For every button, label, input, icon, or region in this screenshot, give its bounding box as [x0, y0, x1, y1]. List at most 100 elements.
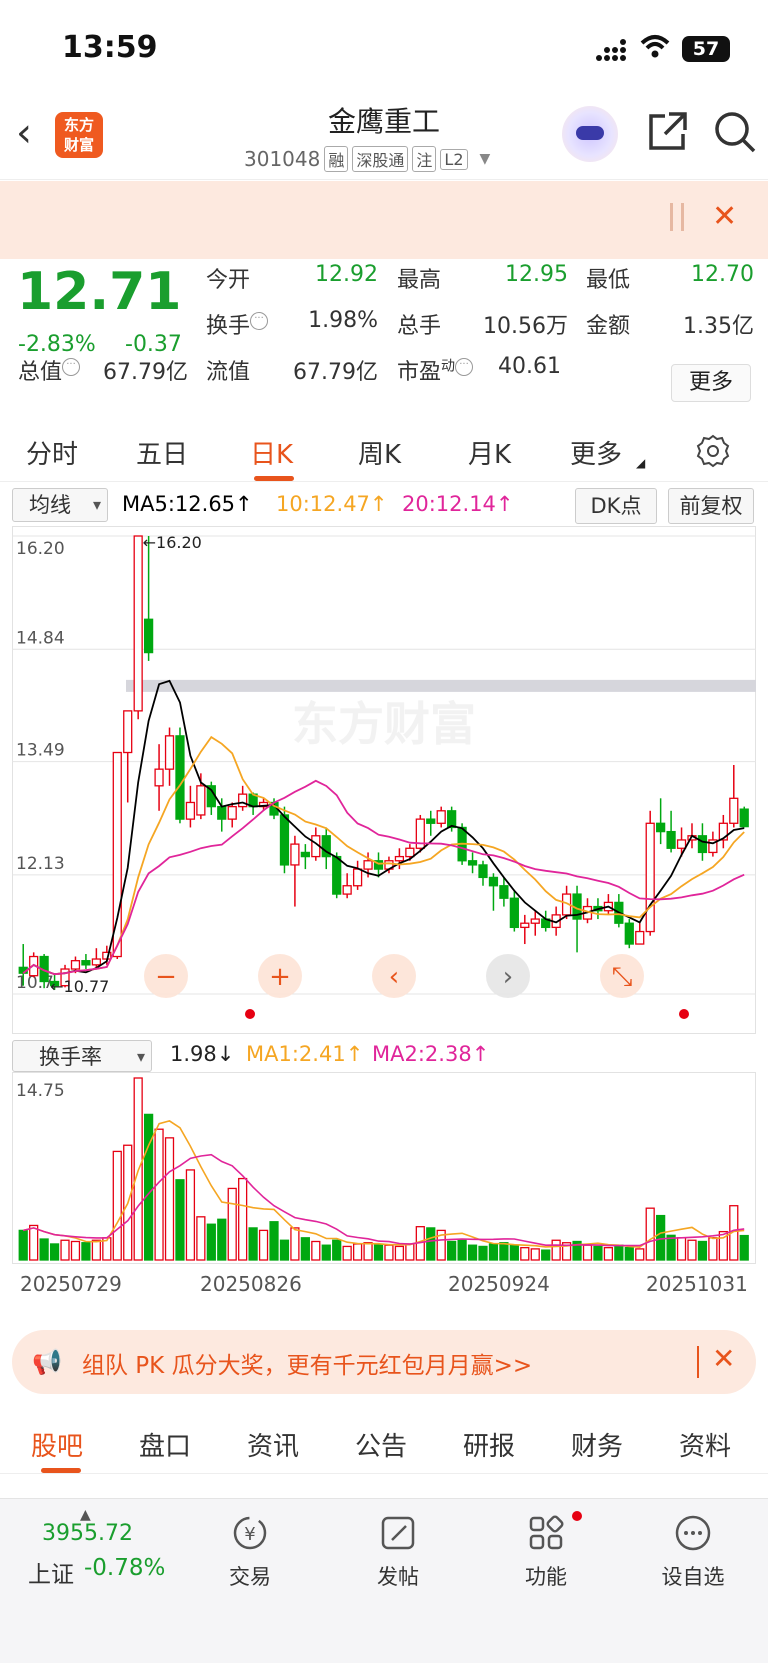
nav-trade[interactable]: ¥ 交易: [200, 1513, 300, 1591]
tab-daily-k[interactable]: 日K: [250, 434, 293, 471]
date-label: 20250826: [200, 1272, 302, 1296]
more-button[interactable]: 更多: [671, 364, 751, 402]
scroll-left-button[interactable]: ‹: [372, 954, 416, 998]
tag-margin: 融: [324, 146, 349, 172]
zoom-in-button[interactable]: +: [258, 954, 302, 998]
tab-news[interactable]: 资讯: [247, 1426, 299, 1463]
nav-functions[interactable]: 功能: [496, 1513, 596, 1591]
turnover-bar: [81, 1242, 91, 1261]
tab-forum[interactable]: 股吧: [31, 1426, 83, 1463]
ma-indicator-bar: 均线 MA5:12.65↑ 10:12.47↑ 20:12.14↑ DK点 前复…: [0, 488, 768, 524]
ma20-value: 20:12.14↑: [402, 492, 514, 516]
control-icon: ⤡: [612, 962, 633, 992]
turnover-bar: [656, 1214, 666, 1261]
candle: [175, 727, 185, 824]
candle-body: [332, 855, 342, 895]
tab-weekly-k[interactable]: 周K: [358, 434, 401, 471]
share-icon[interactable]: [645, 110, 689, 154]
status-bar: 13:59 57: [0, 0, 768, 90]
y-tick-label: 14.84: [16, 628, 65, 648]
turnover-bar: [624, 1247, 634, 1261]
turnover-bar: [248, 1227, 258, 1261]
close-icon[interactable]: ✕: [712, 199, 737, 234]
turnover-ma2-text: MA2:2.38: [372, 1042, 472, 1066]
low-label: 最低: [586, 268, 631, 293]
candle-body: [467, 860, 478, 866]
nav-functions-label: 功能: [525, 1565, 567, 1589]
promo-text[interactable]: 组队 PK 瓜分大奖，更有千元红包月月赢>>: [82, 1346, 532, 1380]
fullscreen-button[interactable]: ⤡: [600, 954, 644, 998]
candle-body: [530, 918, 540, 924]
chevron-down-icon[interactable]: ▼: [480, 151, 491, 167]
candle-body: [342, 885, 352, 895]
caret-icon: ◢: [636, 456, 646, 470]
high-value: 12.95: [505, 262, 568, 287]
trade-icon: ¥: [233, 1516, 267, 1550]
scroll-right-button[interactable]: ›: [486, 954, 530, 998]
tab-orderbook[interactable]: 盘口: [139, 1426, 191, 1463]
kline-chart[interactable]: 16.2014.8413.4912.1310.7东方财富←16.20←10.77…: [12, 526, 756, 1034]
turnover-bar: [541, 1249, 551, 1261]
promo-banner[interactable]: 📢 组队 PK 瓜分大奖，更有千元红包月月赢>> ✕: [12, 1330, 756, 1394]
adjust-button[interactable]: 前复权: [668, 488, 754, 524]
index-change[interactable]: -0.78%: [84, 1555, 165, 1581]
index-value[interactable]: 3955.72: [42, 1521, 133, 1546]
top-banner[interactable]: ✕: [0, 181, 768, 259]
turnover-select[interactable]: 换手率: [12, 1040, 152, 1073]
high-label: 最高: [397, 268, 442, 293]
tab-monthly-k[interactable]: 月K: [468, 434, 511, 471]
turnover-bar: [530, 1248, 540, 1261]
wifi-icon: [640, 35, 670, 58]
nav-post[interactable]: 发帖: [348, 1513, 448, 1591]
info-icon[interactable]: ···: [455, 358, 474, 376]
candle: [603, 894, 614, 915]
mktcap-label-text: 总值: [18, 360, 63, 385]
search-icon[interactable]: [713, 110, 757, 154]
turnover-chart[interactable]: 14.75: [12, 1072, 756, 1264]
status-time: 13:59: [62, 30, 158, 65]
nav-watchlist[interactable]: 设自选: [643, 1513, 743, 1591]
candle-body: [645, 822, 655, 933]
tab-finance[interactable]: 财务: [571, 1426, 623, 1463]
candle: [478, 860, 488, 886]
arrow-up-icon: ↑: [345, 1042, 364, 1066]
turnover-bar: [154, 1128, 164, 1261]
turnover-bar: [582, 1244, 593, 1261]
turnover-indicator-bar: 换手率 1.98↓ MA1:2.41↑ MA2:2.38↑: [0, 1036, 768, 1073]
current-price: 12.71: [17, 262, 182, 322]
edit-icon: [381, 1516, 415, 1550]
dk-point-button[interactable]: DK点: [575, 488, 657, 524]
indicator-select[interactable]: 均线: [12, 488, 108, 522]
open-label: 今开: [206, 268, 251, 293]
tab-research[interactable]: 研报: [463, 1426, 515, 1463]
candle: [290, 835, 300, 907]
kline-tabs: 分时 五日 日K 周K 月K 更多 ◢: [0, 420, 768, 482]
turnover-bar: [39, 1238, 49, 1261]
turnover-bar: [185, 1169, 196, 1261]
close-icon[interactable]: ✕: [712, 1342, 735, 1375]
assistant-avatar[interactable]: [562, 106, 618, 162]
pe-label: 市盈动 ···: [397, 354, 474, 386]
gear-icon[interactable]: [696, 434, 730, 468]
candle: [541, 910, 551, 932]
tab-more[interactable]: 更多: [570, 434, 622, 471]
candle: [133, 535, 143, 720]
arrow-down-icon: ↓: [216, 1042, 235, 1066]
arrow-up-icon: ↑: [235, 492, 253, 516]
info-icon[interactable]: ···: [250, 312, 269, 330]
stock-code-row: 301048 融 深股通 注 L2 ▼: [244, 146, 490, 172]
turnover-bar: [60, 1239, 70, 1261]
candle-body: [227, 805, 237, 820]
turnover-bar: [321, 1244, 331, 1261]
tab-intraday[interactable]: 分时: [26, 434, 78, 471]
tab-profile[interactable]: 资料: [679, 1426, 731, 1463]
index-name[interactable]: 上证: [28, 1555, 74, 1589]
zoom-out-button[interactable]: −: [144, 954, 188, 998]
candle-body: [164, 735, 175, 770]
tag-registered: 注: [412, 146, 437, 172]
tab-announcements[interactable]: 公告: [355, 1426, 407, 1463]
tab-five-day[interactable]: 五日: [136, 434, 188, 471]
info-icon[interactable]: ···: [62, 358, 81, 376]
turnover-bar: [457, 1239, 467, 1261]
turnover-bar: [258, 1229, 269, 1261]
